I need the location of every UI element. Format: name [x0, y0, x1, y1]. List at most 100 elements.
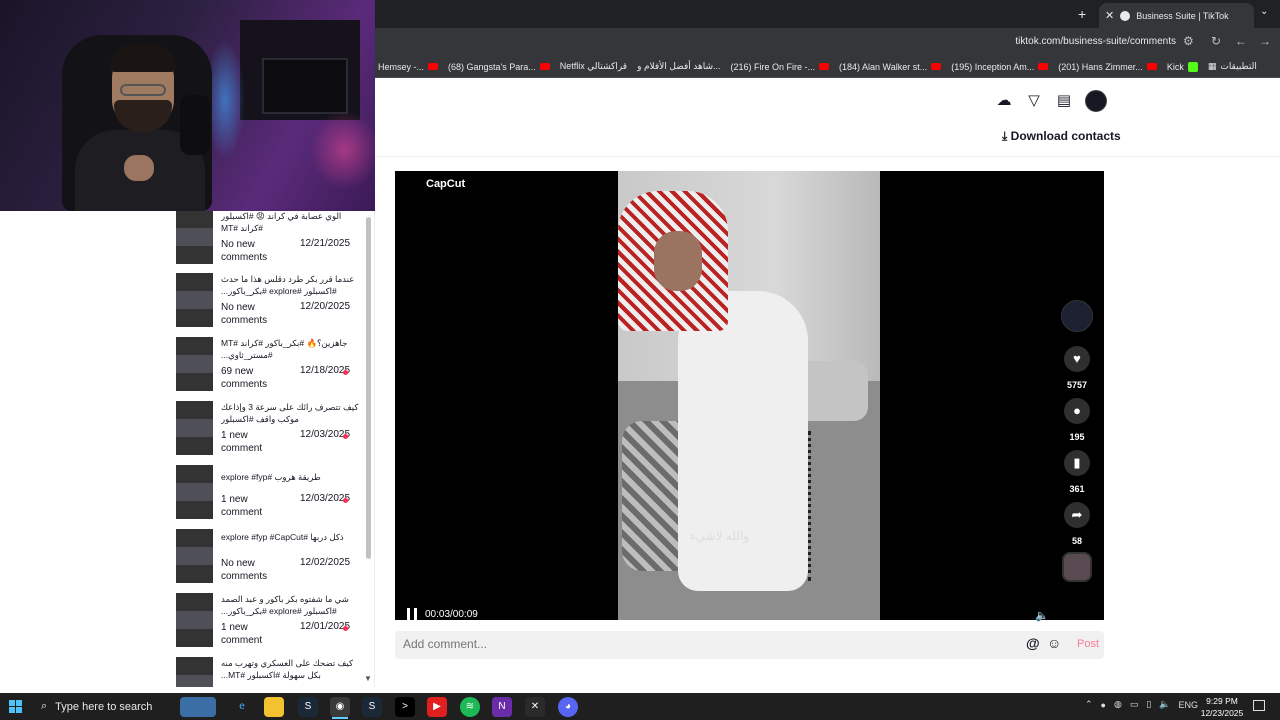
video-subtitle: والله لاشيء	[690, 529, 750, 543]
share-button[interactable]: ➦	[1064, 502, 1090, 528]
post-button[interactable]: Post	[1077, 638, 1099, 650]
video-player[interactable]	[395, 171, 1104, 620]
discord-icon[interactable]: ◕	[558, 697, 578, 717]
clock-time: 9:29 PM	[1206, 696, 1238, 706]
terminal-icon[interactable]: >	[395, 697, 415, 717]
active-app-indicator	[332, 717, 348, 719]
list-item[interactable]: ذكل دربها #explore #fyp #CapCut No new c…	[176, 529, 366, 585]
volume-icon[interactable]: 🔈	[1035, 609, 1049, 622]
mention-icon[interactable]: @	[1026, 635, 1040, 651]
list-item[interactable]: جاهزين؟🔥 #بكر_باكور #كراند #MT #مستر_ثاو…	[176, 337, 366, 393]
tray-overflow-icon[interactable]: ⌃	[1085, 699, 1093, 710]
bookmark-item[interactable]: Netflix قراكشتالي	[560, 61, 627, 72]
heart-icon: ♥	[1073, 351, 1081, 366]
scene-beads	[808, 431, 818, 581]
youtube-icon	[931, 63, 942, 70]
comment-status: 69 new comments	[221, 366, 268, 390]
webcam-overlay	[0, 0, 375, 211]
next-app-icon[interactable]: N	[492, 697, 512, 717]
taskbar-clock[interactable]: 9:29 PM 12/23/2025	[1198, 695, 1246, 719]
upload-cloud-icon[interactable]: ☁	[995, 92, 1013, 110]
header-toolbar: ☁ ▽ ▤	[995, 90, 1107, 112]
bookmark-item[interactable]: (195) Inception Am...	[951, 62, 1049, 72]
comment-button[interactable]: ●	[1064, 398, 1090, 424]
youtube-icon	[428, 63, 439, 70]
spotify-icon[interactable]: ≋	[460, 697, 480, 717]
bookmark-item[interactable]: (216) Fire On Fire -...	[731, 62, 830, 72]
capcut-watermark: CapCut	[426, 178, 466, 190]
bookmark-item[interactable]: Hemsey -...	[378, 62, 439, 72]
list-item[interactable]: الوي عصابة في كراند 😡 #اكسبلور #كراند #M…	[176, 210, 366, 266]
list-item[interactable]: طريقة هروب #explore #fyp 1 new comment 1…	[176, 465, 366, 521]
speaker-icon[interactable]: 🔈	[1159, 699, 1170, 710]
windows-taskbar: ⌕ Type here to search e S ◉ S > ▶ ≋ N ✕ …	[0, 693, 1280, 720]
like-button[interactable]: ♥	[1064, 346, 1090, 372]
list-item[interactable]: كيف تتصرف رائك على سرعة 3 وإذاعك موكب وا…	[176, 401, 366, 457]
list-item[interactable]: عندما قرر بكر طرد دقلس هذا ما حدث #اكسبل…	[176, 273, 366, 329]
video-thumbnail	[176, 657, 213, 687]
video-frame	[618, 171, 880, 620]
list-item[interactable]: كيف تضحك على العسكري وتهرب منه بكل سهولة…	[176, 657, 366, 687]
save-button[interactable]: ▮	[1064, 450, 1090, 476]
share-icon: ➦	[1071, 507, 1083, 522]
steam-icon[interactable]: S	[298, 697, 318, 717]
youtube-icon	[539, 63, 550, 70]
emoji-icon[interactable]: ☺	[1047, 635, 1061, 651]
site-settings-icon[interactable]: ⚙	[1183, 34, 1194, 48]
forward-icon[interactable]: →	[1259, 34, 1271, 48]
bookmark-item[interactable]: (184) Alan Walker st...	[839, 62, 942, 72]
file-explorer-icon[interactable]	[264, 697, 284, 717]
comment-status: 1 new comment	[221, 494, 263, 518]
language-indicator[interactable]: ENG	[1179, 700, 1199, 710]
bookmark-icon: ▮	[1073, 455, 1081, 470]
comment-status: No new comments	[221, 239, 268, 263]
edge-icon[interactable]: e	[232, 697, 252, 717]
new-tab-button[interactable]: +	[1078, 6, 1086, 22]
microphone-icon[interactable]: ●	[1101, 700, 1106, 710]
video-thumbnail	[176, 337, 213, 391]
steam-icon[interactable]: S	[362, 697, 382, 717]
profile-avatar[interactable]	[1085, 90, 1107, 112]
comment-input[interactable]	[403, 637, 903, 651]
download-contacts-button[interactable]: ⤓ Download contacts	[1002, 129, 1121, 144]
creator-avatar[interactable]	[1061, 300, 1093, 332]
start-button[interactable]	[9, 700, 22, 713]
close-tab-icon[interactable]: ✕	[1105, 9, 1114, 22]
comment-status: No new comments	[221, 558, 268, 582]
display-icon[interactable]: ▭	[1130, 699, 1139, 710]
video-title: كيف تتصرف رائك على سرعة 3 وإذاعك موكب وا…	[221, 402, 359, 424]
download-icon: ⤓	[1002, 129, 1008, 143]
network-icon[interactable]: ◍	[1114, 699, 1122, 710]
youtube-icon[interactable]: ▶	[427, 697, 447, 717]
bookmark-item[interactable]: شاهد أفضل الأفلام و...	[637, 61, 720, 72]
list-item[interactable]: شي ما شفتوه بكر باكور و عبد الصمد #اكسبل…	[176, 593, 366, 649]
clock-date: 12/23/2025	[1200, 708, 1244, 718]
video-thumbnail	[176, 273, 213, 327]
music-disc[interactable]	[1062, 552, 1092, 582]
list-scrollbar[interactable]	[366, 217, 371, 559]
back-icon[interactable]: ←	[1235, 34, 1247, 48]
url-field[interactable]: tiktok.com/business-suite/comments	[1000, 36, 1176, 47]
video-thumbnail	[176, 465, 213, 519]
bookmark-item[interactable]: (68) Gangsta's Para...	[448, 62, 550, 72]
capcut-icon[interactable]: ✕	[525, 697, 545, 717]
scroll-down-icon[interactable]: ▼	[364, 674, 372, 683]
bookmark-item-apps[interactable]: ▦ التطبيقات	[1208, 61, 1257, 72]
taskbar-search[interactable]: ⌕ Type here to search	[33, 693, 173, 720]
battery-icon[interactable]: ▯	[1146, 699, 1151, 710]
bookmark-item[interactable]: Kick	[1167, 61, 1198, 72]
news-widget-icon[interactable]	[180, 697, 216, 717]
share-count: 58	[1071, 536, 1082, 546]
tab-business-suite[interactable]: ✕ Business Suite | TikTok	[1099, 3, 1254, 28]
notification-icon[interactable]	[1253, 700, 1265, 711]
filter-icon[interactable]: ▽	[1025, 92, 1043, 110]
tab-search-icon[interactable]: ⌄	[1260, 6, 1268, 17]
comment-icon: ●	[1073, 403, 1081, 418]
scene-glasses	[120, 84, 166, 96]
message-icon[interactable]: ▤	[1055, 92, 1073, 110]
reload-icon[interactable]: ↻	[1211, 34, 1221, 48]
mouse-cursor	[552, 455, 558, 467]
bookmark-item[interactable]: (201) Hans Zimmer...	[1058, 62, 1157, 72]
pause-icon[interactable]	[407, 608, 417, 620]
chrome-icon[interactable]: ◉	[330, 697, 350, 717]
